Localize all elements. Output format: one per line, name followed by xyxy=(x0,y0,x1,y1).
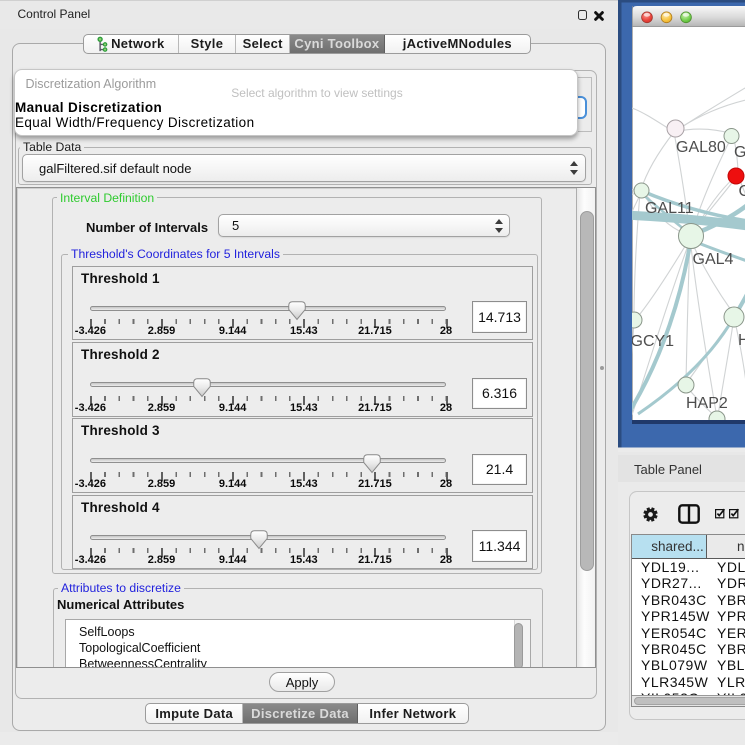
svg-text:GAL11: GAL11 xyxy=(645,200,694,217)
svg-text:GAL80: GAL80 xyxy=(676,139,726,156)
svg-text:GAL4: GAL4 xyxy=(693,251,734,268)
svg-text:GCY1: GCY1 xyxy=(631,333,675,350)
svg-text:GA: GA xyxy=(734,144,745,161)
svg-text:C: C xyxy=(739,183,745,200)
svg-text:HAP2: HAP2 xyxy=(686,395,728,412)
svg-text:H: H xyxy=(738,332,745,349)
